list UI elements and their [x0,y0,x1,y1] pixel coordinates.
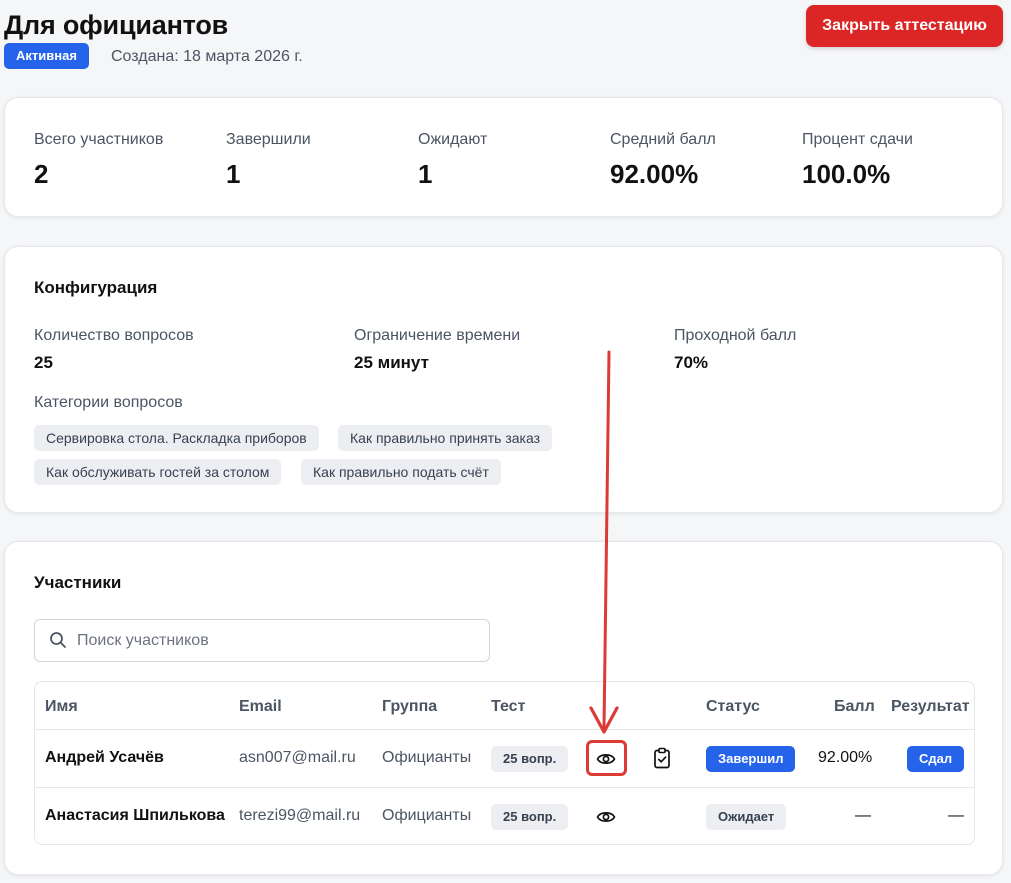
config-label: Проходной балл [674,327,797,344]
stat-label: Завершили [226,131,311,148]
column-header-result: Результат [891,698,970,715]
participant-name: Анастасия Шпилькова [45,807,225,824]
config-question-count: Количество вопросов 25 [34,327,194,373]
stat-value: 100.0% [802,159,891,189]
participant-group: Официанты [382,749,472,766]
participant-result: — [948,807,964,824]
column-header-score: Балл [834,698,875,715]
search-box[interactable] [34,619,490,662]
config-passing-score: Проходной балл 70% [674,327,796,373]
search-icon [50,632,66,648]
stat-label: Ожидают [418,131,488,148]
column-header-group: Группа [382,698,438,715]
stat-average-score: Средний балл 92.00% [610,131,716,190]
stat-label: Средний балл [610,131,716,148]
participant-name: Андрей Усачёв [45,749,164,766]
category-chip: Сервировка стола. Раскладка приборов [34,425,319,451]
config-label: Ограничение времени [354,327,521,344]
stat-total: Всего участников 2 [34,131,163,190]
column-header-test: Тест [491,698,526,715]
table-row: Анастасия Шпилькова terezi99@mail.ru Офи… [35,787,974,844]
status-badge: Завершил [706,746,796,772]
config-label: Количество вопросов [34,327,194,344]
page-header: Для официантов Активная Создана: 18 март… [4,5,1007,88]
stat-value: 92.00% [610,159,699,189]
config-value: 25 [34,353,53,372]
category-chip: Как обслуживать гостей за столом [34,459,282,485]
categories-label: Категории вопросов [34,394,183,411]
clipboard-check-icon[interactable] [652,747,672,769]
config-time-limit: Ограничение времени 25 минут [354,327,520,373]
config-value: 25 минут [354,353,429,372]
column-header-name: Имя [45,698,78,715]
table-row: Андрей Усачёв asn007@mail.ru Официанты 2… [35,729,974,787]
config-value: 70% [674,353,709,372]
participants-title: Участники [34,573,122,592]
test-badge: 25 вопр. [491,804,569,830]
result-badge: Сдал [907,746,965,772]
stats-card: Всего участников 2 Завершили 1 Ожидают 1… [4,97,1003,217]
status-badge: Ожидает [706,804,787,830]
created-date: Создана: 18 марта 2026 г. [111,48,303,65]
stat-label: Процент сдачи [802,131,913,148]
configuration-title: Конфигурация [34,278,158,297]
category-chip: Как правильно принять заказ [338,425,553,451]
search-input[interactable] [77,621,477,660]
participants-table: Имя Email Группа Тест Статус Балл Резуль… [34,681,975,845]
participant-group: Официанты [382,807,472,824]
stat-pass-rate: Процент сдачи 100.0% [802,131,913,190]
participant-score: 92.00% [818,749,873,766]
column-header-email: Email [239,698,282,715]
close-attestation-button[interactable]: Закрыть аттестацию [806,5,1003,47]
category-chip: Как правильно подать счёт [301,459,501,485]
participants-card: Участники Имя Email Группа Тест Статус Б… [4,541,1003,875]
stat-value: 2 [34,159,49,189]
configuration-card: Конфигурация Количество вопросов 25 Огра… [4,246,1003,513]
stat-value: 1 [418,159,433,189]
column-header-status: Статус [706,698,760,715]
page-title: Для официантов [4,10,229,40]
participant-email: terezi99@mail.ru [239,807,361,824]
status-badge: Активная [4,43,89,69]
stat-pending: Ожидают 1 [418,131,487,190]
stat-value: 1 [226,159,241,189]
eye-icon[interactable] [596,808,616,826]
participant-email: asn007@mail.ru [239,749,356,766]
participant-score: — [855,807,871,824]
eye-icon[interactable] [596,750,616,768]
stat-label: Всего участников [34,131,164,148]
stat-completed: Завершили 1 [226,131,311,190]
test-badge: 25 вопр. [491,746,569,772]
